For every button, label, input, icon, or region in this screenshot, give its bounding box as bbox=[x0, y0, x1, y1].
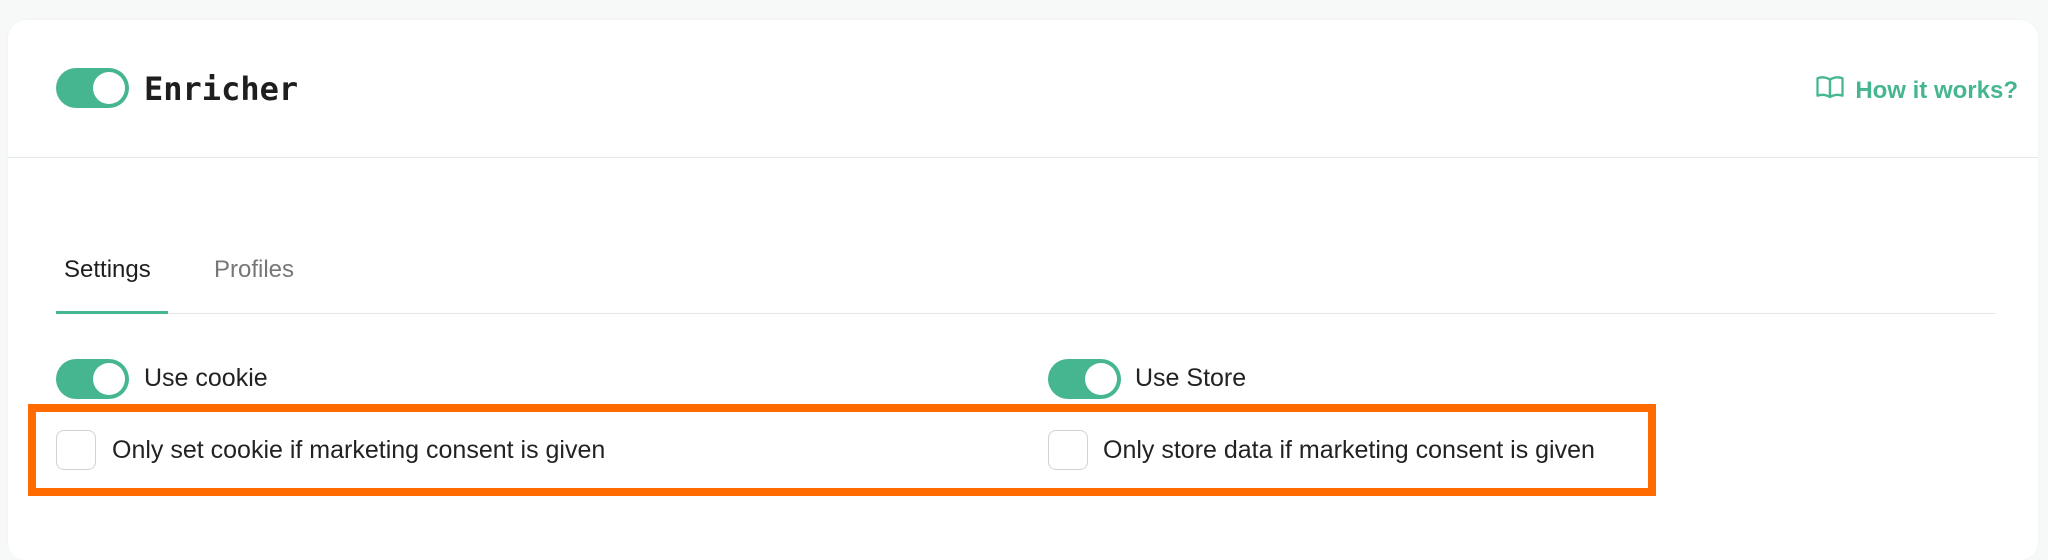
tab-settings[interactable]: Settings bbox=[56, 238, 168, 314]
plugin-title: Enricher bbox=[144, 70, 299, 108]
how-it-works-label: How it works? bbox=[1855, 76, 2018, 104]
toggle-knob bbox=[1085, 363, 1117, 395]
toggle-knob bbox=[93, 363, 125, 395]
toggle-knob bbox=[93, 72, 125, 104]
how-it-works-link[interactable]: How it works? bbox=[1815, 72, 2018, 109]
use-cookie-label: Use cookie bbox=[144, 364, 268, 392]
book-open-icon bbox=[1815, 72, 1845, 109]
tab-profiles[interactable]: Profiles bbox=[214, 238, 294, 314]
tab-bar: Settings Profiles bbox=[56, 238, 1996, 314]
tab-profiles-label: Profiles bbox=[214, 256, 295, 283]
plugin-enabled-toggle[interactable] bbox=[56, 68, 129, 108]
use-cookie-toggle[interactable] bbox=[56, 359, 129, 399]
use-store-toggle[interactable] bbox=[1048, 359, 1121, 399]
use-store-label: Use Store bbox=[1135, 364, 1247, 392]
plugin-header: Enricher How it works? bbox=[8, 20, 2038, 158]
highlight-box bbox=[28, 404, 1656, 496]
tab-settings-label: Settings bbox=[64, 256, 151, 283]
